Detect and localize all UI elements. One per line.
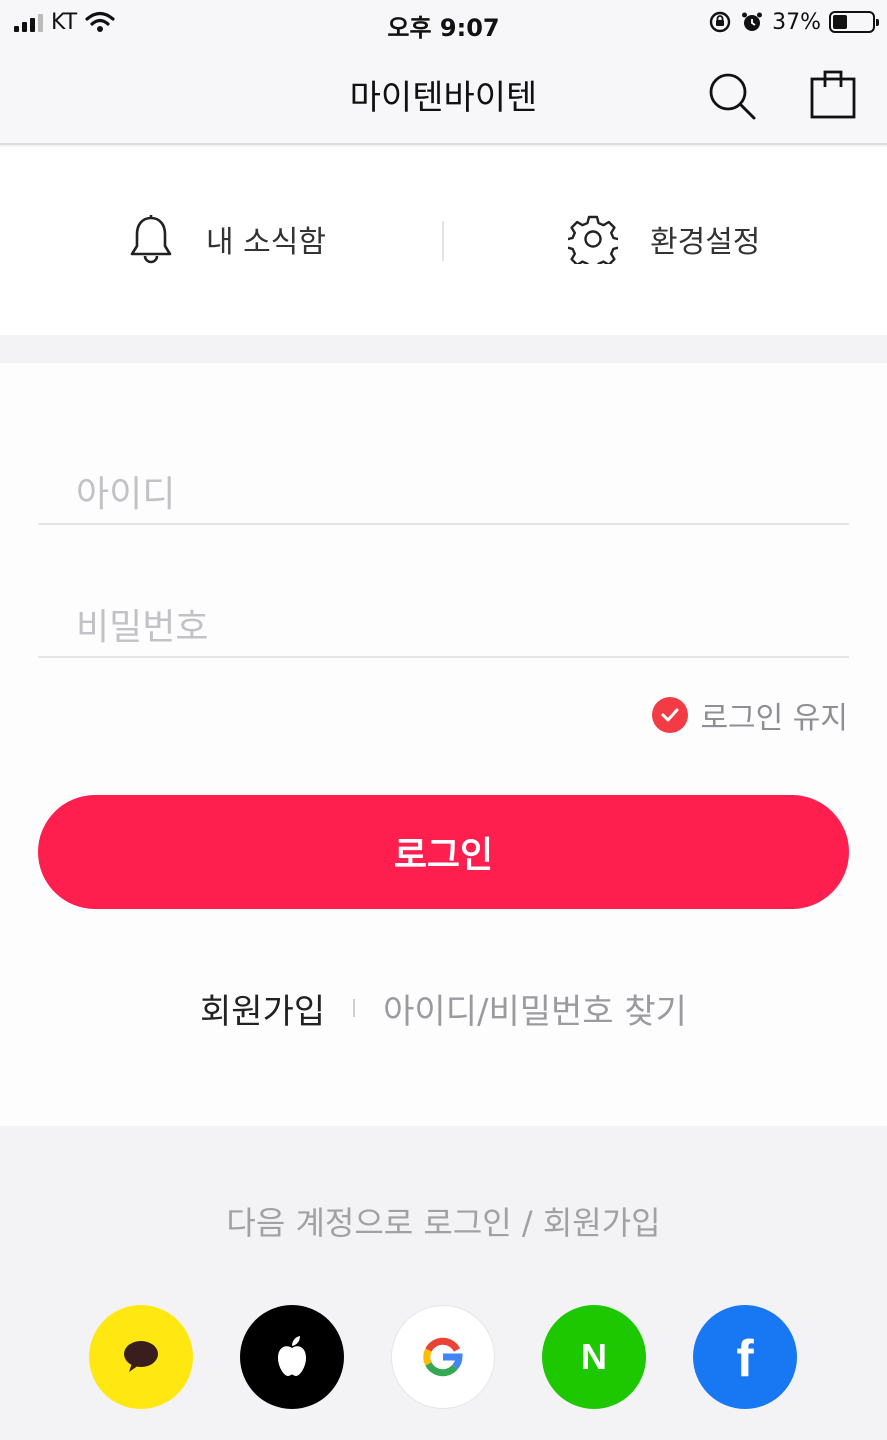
settings-label: 환경설정 bbox=[650, 225, 761, 260]
checkmark-icon bbox=[652, 697, 689, 733]
naver-icon: N bbox=[581, 1336, 607, 1377]
shortcut-panel: 내 소식함 환경설정 bbox=[0, 147, 887, 335]
login-form: 로그인 유지 로그인 회원가입 아이디/비밀번호 찾기 bbox=[0, 363, 887, 1126]
password-field bbox=[38, 524, 849, 658]
signup-link[interactable]: 회원가입 bbox=[200, 984, 325, 1033]
search-icon[interactable] bbox=[706, 70, 758, 122]
alarm-icon bbox=[742, 12, 763, 31]
notifications-label: 내 소식함 bbox=[206, 225, 326, 260]
social-login-title: 다음 계정으로 로그인 / 회원가입 bbox=[226, 1204, 661, 1242]
apple-icon bbox=[278, 1336, 306, 1376]
shortcut-divider bbox=[442, 221, 444, 261]
kakao-icon bbox=[124, 1341, 158, 1372]
password-input[interactable] bbox=[76, 602, 816, 652]
id-input[interactable] bbox=[76, 469, 816, 519]
facebook-icon: f bbox=[736, 1330, 754, 1388]
apple-login-button[interactable] bbox=[240, 1305, 344, 1409]
account-links: 회원가입 아이디/비밀번호 찾기 bbox=[0, 983, 887, 1033]
google-icon bbox=[423, 1337, 463, 1377]
link-divider bbox=[353, 999, 356, 1017]
notifications-button[interactable]: 내 소식함 bbox=[128, 213, 326, 265]
battery-percent: 37% bbox=[772, 9, 821, 35]
battery-fill bbox=[833, 15, 848, 29]
nav-bar: 마이텐바이텐 bbox=[0, 44, 887, 145]
keep-logged-in-toggle[interactable]: 로그인 유지 bbox=[652, 695, 848, 736]
status-bar: KT 오후 9:07 37% bbox=[0, 0, 887, 44]
rotation-lock-icon bbox=[709, 11, 731, 33]
find-account-link[interactable]: 아이디/비밀번호 찾기 bbox=[383, 984, 687, 1033]
naver-login-button[interactable]: N bbox=[542, 1305, 646, 1409]
battery-icon bbox=[829, 11, 879, 33]
gear-icon bbox=[568, 215, 618, 264]
id-field bbox=[38, 391, 849, 525]
kakao-login-button[interactable] bbox=[89, 1305, 193, 1409]
shopping-bag-icon[interactable] bbox=[806, 66, 860, 120]
facebook-login-button[interactable]: f bbox=[693, 1305, 797, 1409]
login-button[interactable]: 로그인 bbox=[38, 795, 849, 909]
google-login-button[interactable] bbox=[391, 1305, 495, 1409]
keep-logged-in-label: 로그인 유지 bbox=[700, 701, 848, 736]
settings-button[interactable]: 환경설정 bbox=[568, 213, 760, 265]
bell-icon bbox=[130, 215, 172, 264]
status-right: 37% bbox=[708, 8, 879, 36]
